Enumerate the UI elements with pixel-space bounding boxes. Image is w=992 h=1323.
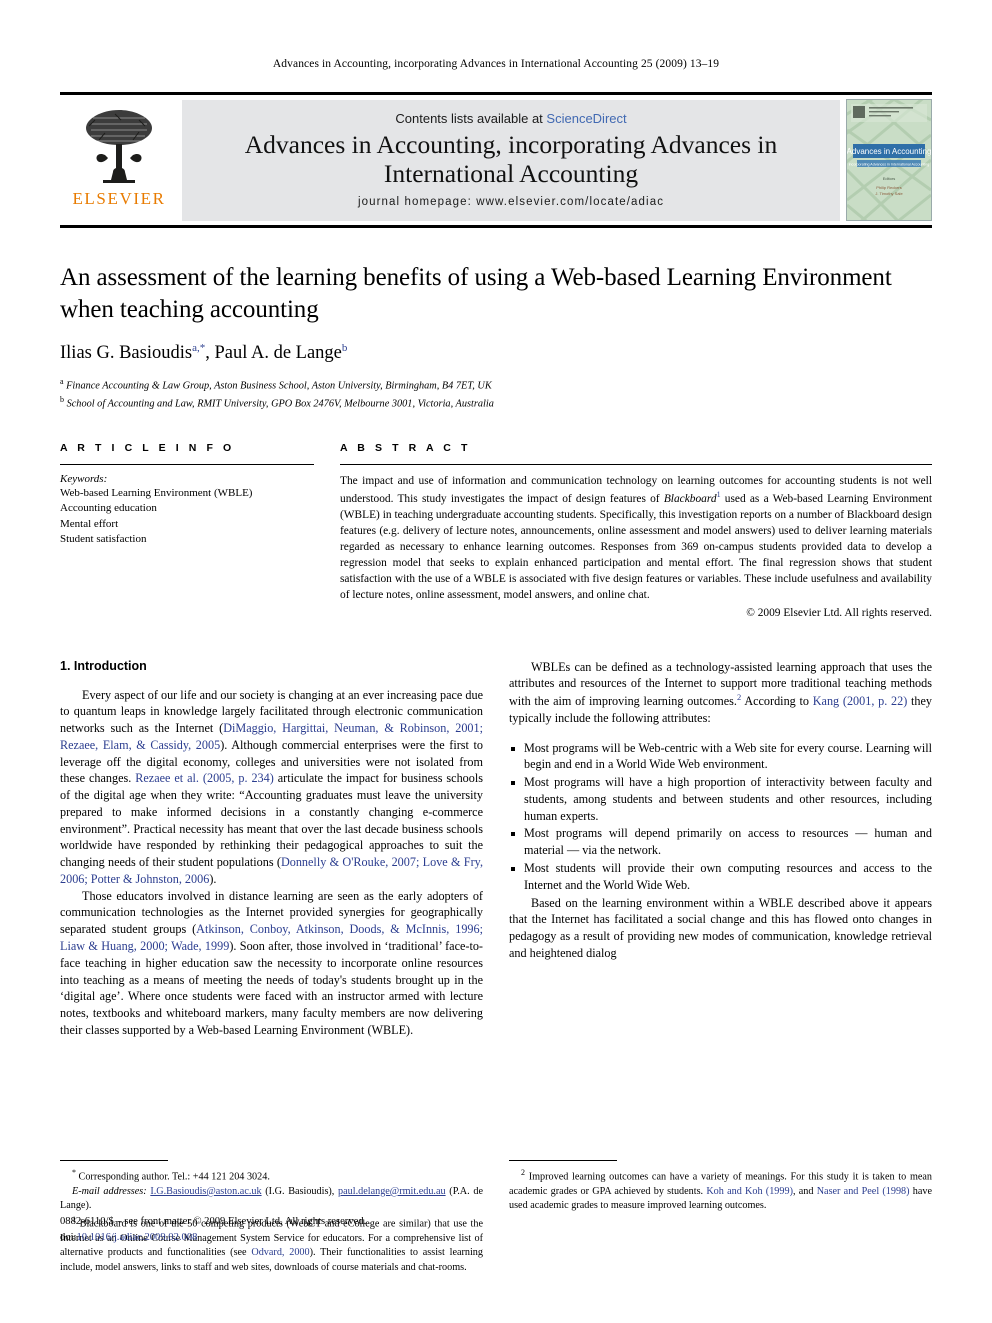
wble-attributes-list: Most programs will be Web-centric with a… (509, 740, 932, 894)
body-columns: 1. Introduction Every aspect of our life… (60, 659, 932, 1039)
affiliation-b-text: School of Accounting and Law, RMIT Unive… (66, 398, 494, 410)
footnote-star-mark: * (72, 1167, 76, 1177)
elsevier-wordmark: ELSEVIER (72, 189, 166, 208)
intro-paragraph-4: Based on the learning environment within… (509, 895, 932, 960)
footnote-column-right: 2 Improved learning outcomes can have a … (509, 1159, 932, 1275)
intro-paragraph-1: Every aspect of our life and our society… (60, 687, 483, 888)
svg-text:incorporating Advances in Inte: incorporating Advances in International … (849, 163, 930, 167)
journal-banner: Contents lists available at ScienceDirec… (182, 100, 840, 221)
intro-p1-d: ). (209, 871, 217, 886)
footnote-corresponding-author: * Corresponding author. Tel.: +44 121 20… (60, 1167, 483, 1185)
intro-paragraph-3: WBLEs can be defined as a technology-ass… (509, 659, 932, 727)
citation-odvard-2000[interactable]: Odvard, 2000 (251, 1247, 309, 1258)
list-item: Most programs will depend primarily on a… (509, 825, 932, 859)
keyword-item: Web-based Learning Environment (WBLE) (60, 486, 253, 499)
info-abstract-row: A R T I C L E I N F O Keywords: Web-base… (60, 442, 932, 631)
title-block: An assessment of the learning benefits o… (60, 262, 932, 412)
journal-title: Advances in Accounting, incorporating Ad… (244, 130, 778, 188)
elsevier-tree-icon (86, 110, 152, 183)
imprint-doi: doi:10.1016/j.adiac.2009.02.008 (60, 1230, 500, 1245)
svg-text:Editors: Editors (883, 176, 895, 181)
abstract-label: A B S T R A C T (340, 441, 471, 454)
intro-p3-b: According to (741, 694, 813, 709)
imprint-block: 0882-6110/$ – see front matter © 2009 El… (60, 1214, 500, 1245)
author-2-marks[interactable]: b (342, 342, 348, 354)
citation-kang-2001[interactable]: Kang (2001, p. 22) (813, 694, 908, 708)
intro-paragraph-2: Those educators involved in distance lea… (60, 888, 483, 1039)
list-item: Most students will provide their own com… (509, 860, 932, 894)
email-link-basioudis[interactable]: I.G.Basioudis@aston.ac.uk (150, 1186, 261, 1197)
abstract-text: The impact and use of information and co… (340, 473, 932, 603)
footnote-corresponding-text: Corresponding author. Tel.: +44 121 204 … (78, 1171, 270, 1183)
body-column-left: 1. Introduction Every aspect of our life… (60, 659, 483, 1039)
keyword-item: Accounting education (60, 502, 157, 515)
intro-p2-b: ). Soon after, those involved in ‘tradit… (60, 939, 483, 1037)
footnote-rule-left (60, 1159, 168, 1161)
svg-text:J. Timothy Sale: J. Timothy Sale (875, 191, 903, 196)
article-page: Advances in Accounting, incorporating Ad… (0, 0, 992, 1323)
journal-cover-art: Advances in Accounting incorporating Adv… (847, 100, 931, 220)
affiliation-a-text: Finance Accounting & Law Group, Aston Bu… (66, 380, 492, 392)
keyword-item: Mental effort (60, 517, 119, 530)
abstract-part-2: used as a Web-based Learning Environment… (340, 492, 932, 602)
affiliation-a-mark: a (60, 376, 64, 386)
list-item: Most programs will have a high proportio… (509, 774, 932, 824)
abstract-copyright: © 2009 Elsevier Ltd. All rights reserved… (746, 607, 932, 620)
svg-text:Advances in Accounting: Advances in Accounting (847, 147, 931, 156)
svg-text:Philip Reckers: Philip Reckers (876, 185, 902, 190)
footnote-2-b: , and (792, 1185, 817, 1197)
doi-label: doi: (60, 1231, 77, 1243)
footnote-rule-right (509, 1159, 617, 1161)
affiliation-a: a Finance Accounting & Law Group, Aston … (60, 376, 932, 394)
affiliation-b-mark: b (60, 394, 64, 404)
abstract-italic-blackboard: Blackboard (663, 492, 717, 505)
sciencedirect-link[interactable]: ScienceDirect (546, 111, 626, 126)
article-info-column: A R T I C L E I N F O Keywords: Web-base… (60, 442, 332, 631)
keywords-label: Keywords: (60, 472, 108, 485)
footnote-2-mark: 2 (521, 1167, 525, 1177)
footnote-2: 2 Improved learning outcomes can have a … (509, 1167, 932, 1214)
contents-lists-line: Contents lists available at ScienceDirec… (182, 111, 840, 126)
email-link-delange[interactable]: paul.delange@rmit.edu.au (338, 1186, 446, 1197)
masthead-bottom-rule (60, 225, 932, 228)
email-addresses-label: E-mail addresses: (72, 1185, 147, 1197)
keyword-item: Student satisfaction (60, 532, 147, 545)
author-list: Ilias G. Basioudisa,*, Paul A. de Langeb (60, 342, 932, 364)
author-1: Ilias G. Basioudis (60, 342, 193, 363)
section-heading-introduction: 1. Introduction (60, 658, 147, 673)
citation-naser-peel-1998[interactable]: Naser and Peel (1998) (817, 1186, 910, 1197)
abstract-column: A B S T R A C T The impact and use of in… (332, 442, 932, 631)
citation-koh-1999[interactable]: Koh and Koh (1999) (706, 1186, 793, 1197)
running-head: Advances in Accounting, incorporating Ad… (272, 58, 720, 70)
imprint-front-matter: 0882-6110/$ – see front matter © 2009 El… (60, 1216, 367, 1228)
body-column-right: WBLEs can be defined as a technology-ass… (509, 659, 932, 1039)
author-1-marks[interactable]: a,* (192, 342, 205, 354)
email-owner-basioudis: (I.G. Basioudis), (265, 1185, 335, 1197)
footnote-emails: E-mail addresses: I.G.Basioudis@aston.ac… (60, 1185, 483, 1214)
journal-cover-thumbnail: Advances in Accounting incorporating Adv… (846, 99, 932, 221)
contents-prefix: Contents lists available at (395, 111, 543, 127)
abstract-rule (340, 463, 932, 465)
article-info-label: A R T I C L E I N F O (60, 441, 235, 454)
journal-masthead: ELSEVIER Contents lists available at Sci… (60, 92, 932, 225)
journal-homepage-link[interactable]: journal homepage: www.elsevier.com/locat… (182, 196, 840, 208)
page-title: An assessment of the learning benefits o… (60, 264, 892, 323)
affiliation-b: b School of Accounting and Law, RMIT Uni… (60, 394, 932, 412)
citation-rezaee-2005[interactable]: Rezaee et al. (2005, p. 234) (135, 771, 274, 785)
author-2: , Paul A. de Lange (205, 342, 342, 363)
doi-link[interactable]: 10.1016/j.adiac.2009.02.008 (76, 1232, 197, 1243)
elsevier-logo: ELSEVIER (60, 95, 178, 225)
article-info-rule (60, 463, 314, 465)
list-item: Most programs will be Web-centric with a… (509, 740, 932, 774)
